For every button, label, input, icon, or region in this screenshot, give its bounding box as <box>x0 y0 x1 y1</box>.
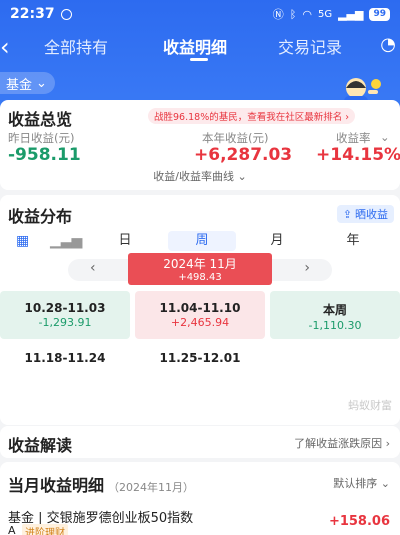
next-month-icon[interactable]: › <box>304 260 310 276</box>
chevron-down-icon: ⌄ <box>36 75 47 91</box>
monthly-detail-card: 当月收益明细 （2024年11月） 默认排序 ⌄ 基金 | 交银施罗德创业板50指… <box>0 462 400 535</box>
share-icon: ⇪ <box>342 207 352 221</box>
calendar-view-icon[interactable]: ▦ <box>16 233 29 249</box>
active-tab-indicator <box>190 58 208 61</box>
tab-trade-records[interactable]: 交易记录 <box>278 34 342 58</box>
fund-tag: 进阶理财 <box>22 524 68 535</box>
week-range: 11.04-11.10 <box>159 301 241 315</box>
summary-title: 收益总览 <box>8 110 73 129</box>
rate-value: +14.15% <box>316 145 400 165</box>
back-icon[interactable]: ‹ <box>0 33 16 61</box>
signal-icon: ▂▄▆ <box>338 7 364 21</box>
share-button-label: 晒收益 <box>355 208 388 221</box>
week-cell[interactable]: 本周 -1,110.30 <box>270 291 400 339</box>
rank-banner[interactable]: 战胜96.18%的基民，查看我在社区最新排名 › <box>148 108 356 124</box>
week-cell[interactable]: 11.04-11.10 +2,465.94 <box>135 291 265 339</box>
nfc-icon: Ⓝ <box>272 8 284 21</box>
fund-value: +158.06 <box>328 514 390 529</box>
customer-service-icon[interactable]: ◔ <box>380 34 396 55</box>
status-time: 22:37 <box>10 6 55 22</box>
week-range: 本周 <box>322 303 347 317</box>
week-cell[interactable]: 11.25-12.01 <box>135 341 265 389</box>
rate-label[interactable]: 收益率 <box>336 130 371 146</box>
fund-filter-dropdown[interactable]: 基金 ⌄ <box>0 72 55 94</box>
rank-banner-text: 战胜96.18%的基民，查看我在社区最新排名 › <box>154 112 350 123</box>
bluetooth-icon: ᛒ <box>289 7 297 21</box>
sort-dropdown[interactable]: 默认排序 ⌄ <box>333 475 390 491</box>
week-range: 11.18-11.24 <box>24 351 106 365</box>
top-nav: ‹ 全部持有 收益明细 交易记录 ◔ <box>0 30 400 64</box>
monthly-subtitle: （2024年11月） <box>108 481 195 494</box>
earnings-summary-card: 收益总览 战胜96.18%的基民，查看我在社区最新排名 › 昨日收益(元) -9… <box>0 100 400 190</box>
month-title: 2024年 11月 <box>163 257 237 271</box>
period-tab-week[interactable]: 周 <box>168 231 236 251</box>
week-value: -1,110.30 <box>308 319 362 332</box>
wifi-icon: ◠ <box>302 7 312 21</box>
week-range: 10.28-11.03 <box>24 301 106 315</box>
chevron-down-icon: ⌄ <box>237 170 247 183</box>
curve-link[interactable]: 收益/收益率曲线 ⌄ <box>0 168 400 184</box>
yesterday-value: -958.11 <box>8 145 81 165</box>
period-tab-day[interactable]: 日 <box>110 231 140 251</box>
week-range: 11.25-12.01 <box>159 351 241 365</box>
fund-class: A <box>8 524 16 535</box>
prev-month-icon[interactable]: ‹ <box>90 260 96 276</box>
earnings-interpret-card[interactable]: 收益解读 了解收益涨跌原因 › <box>0 426 400 458</box>
earnings-distribution-card: 收益分布 ⇪ 晒收益 ▦ ▁▃▅ 日 周 月 年 ‹ › 2024年 11月 +… <box>0 195 400 425</box>
period-tab-month[interactable]: 月 <box>262 231 292 251</box>
curve-link-text: 收益/收益率曲线 <box>153 170 234 183</box>
fund-filter-label: 基金 <box>6 77 33 93</box>
week-value: -1,293.91 <box>38 316 92 329</box>
status-bar: 22:37 Ⓝ ᛒ ◠ 5G ▂▄▆ 99 <box>0 0 400 28</box>
chevron-down-icon[interactable]: ⌄ <box>380 130 390 144</box>
distribution-title: 收益分布 <box>8 207 73 226</box>
week-cell[interactable]: 11.18-11.24 <box>0 341 130 389</box>
tab-all-holdings[interactable]: 全部持有 <box>44 34 108 58</box>
signal-label: 5G <box>317 8 333 20</box>
period-tab-year[interactable]: 年 <box>338 231 368 251</box>
yesterday-label: 昨日收益(元) <box>8 131 75 145</box>
monthly-title-text: 当月收益明细 <box>8 476 105 495</box>
tab-earnings-detail[interactable]: 收益明细 <box>163 34 227 58</box>
year-value: +6,287.03 <box>194 145 293 165</box>
watermark: 蚂蚁财富 <box>348 399 392 412</box>
current-month[interactable]: 2024年 11月 +498.43 <box>128 253 272 285</box>
interpret-title: 收益解读 <box>8 436 73 455</box>
interpret-link[interactable]: 了解收益涨跌原因 › <box>294 435 390 451</box>
share-earnings-button[interactable]: ⇪ 晒收益 <box>336 205 394 223</box>
monthly-title: 当月收益明细 （2024年11月） <box>8 472 194 496</box>
week-cell[interactable]: 10.28-11.03 -1,293.91 <box>0 291 130 339</box>
app-notification-icon <box>60 8 72 20</box>
week-value: +2,465.94 <box>170 316 230 329</box>
year-label: 本年收益(元) <box>202 131 269 145</box>
month-value: +498.43 <box>178 272 222 283</box>
status-indicators: Ⓝ ᛒ ◠ 5G ▂▄▆ 99 <box>273 6 390 22</box>
bar-chart-view-icon[interactable]: ▁▃▅ <box>50 233 82 249</box>
battery-icon: 99 <box>369 7 390 21</box>
